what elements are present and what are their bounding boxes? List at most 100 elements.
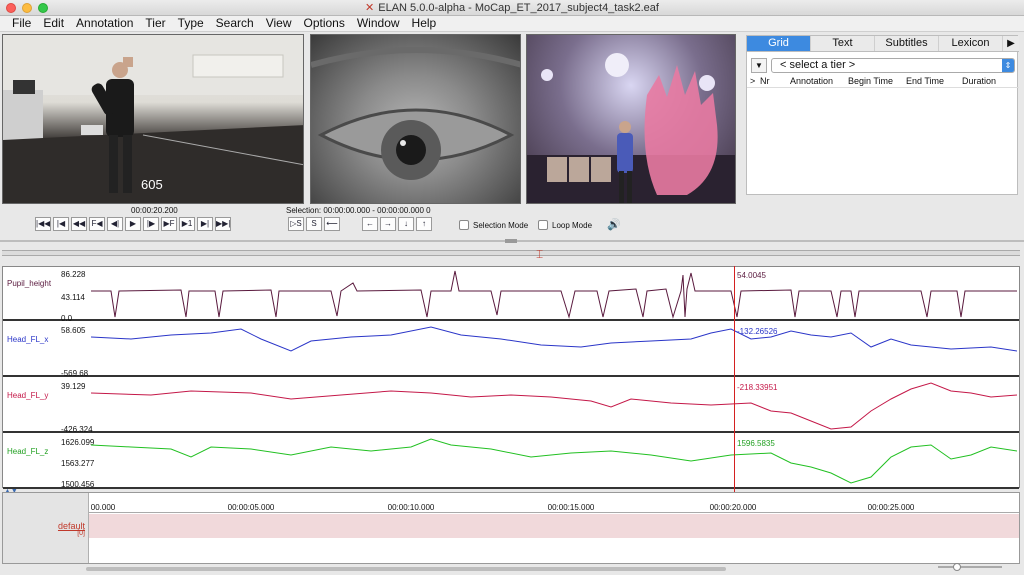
window-title: ✕ ELAN 5.0.0-alpha - MoCap_ET_2017_subjec… <box>0 1 1024 14</box>
tab-lexicon[interactable]: Lexicon <box>939 36 1003 51</box>
loop-mode-checkbox[interactable] <box>538 220 548 230</box>
previous-pixel-button[interactable]: ◀| <box>107 217 123 231</box>
next-frame-button[interactable]: ▶F <box>161 217 177 231</box>
viewer-tabs: Grid Text Subtitles Lexicon ▶ <box>747 36 1019 52</box>
previous-annotation-button[interactable]: ← <box>362 217 378 231</box>
track-name: Head_FL_y <box>7 391 49 400</box>
tier-toggle-button[interactable]: ▼ <box>751 58 767 73</box>
track-cursor-value: -218.33951 <box>737 383 778 392</box>
loop-mode-label: Loop Mode <box>552 220 593 230</box>
previous-tier-button[interactable]: ↑ <box>416 217 432 231</box>
video-overlay-counter: 605 <box>141 177 163 192</box>
tab-subtitles[interactable]: Subtitles <box>875 36 939 51</box>
col-begin-time[interactable]: Begin Time <box>845 76 903 87</box>
timeseries-viewer[interactable]: Pupil_height 86.228 43.114 0.0 54.0045 H… <box>2 266 1020 489</box>
track-name: Head_FL_x <box>7 335 49 344</box>
ruler-label: 00:00:05.000 <box>227 503 275 512</box>
track-head-fl-z[interactable]: Head_FL_z 1626.099 1563.277 1500.456 159… <box>3 435 1019 489</box>
time-ruler[interactable]: 00.000 00:00:05.000 00:00:10.000 00:00:1… <box>89 493 1019 513</box>
track-mid-label: 43.114 <box>61 293 85 302</box>
horizontal-scrollbar[interactable] <box>86 567 726 571</box>
world-video-frame <box>527 53 735 203</box>
menu-annotation[interactable]: Annotation <box>70 16 139 31</box>
menu-bar: File Edit Annotation Tier Type Search Vi… <box>0 16 1024 32</box>
menu-help[interactable]: Help <box>406 16 443 31</box>
menu-view[interactable]: View <box>260 16 298 31</box>
track-min-label: -426.324 <box>61 425 93 434</box>
zoom-slider-knob[interactable] <box>953 563 961 571</box>
menu-edit[interactable]: Edit <box>37 16 70 31</box>
next-scroll-view-button[interactable]: ▶| <box>197 217 213 231</box>
selection-mode-checkbox[interactable] <box>459 220 469 230</box>
play-button[interactable]: ▶ <box>125 217 141 231</box>
menu-window[interactable]: Window <box>351 16 406 31</box>
splitter-handle-icon[interactable] <box>505 239 517 243</box>
menu-tier[interactable]: Tier <box>139 16 171 31</box>
col-end-time[interactable]: End Time <box>903 76 959 87</box>
scene-video-player[interactable]: 605 <box>2 34 304 204</box>
loop-mode-toggle[interactable]: Loop Mode <box>538 220 592 230</box>
track-max-label: 86.228 <box>61 270 86 279</box>
toggle-crosshair-button[interactable]: ⟵ <box>324 217 340 231</box>
head-fl-z-plot <box>91 438 1017 484</box>
title-bar: ✕ ELAN 5.0.0-alpha - MoCap_ET_2017_subjec… <box>0 0 1024 16</box>
previous-frame-button[interactable]: F◀ <box>89 217 105 231</box>
track-head-fl-x[interactable]: Head_FL_x 58.605 -569.68 -132.26526 <box>3 323 1019 378</box>
eye-video-frame <box>311 47 520 180</box>
track-head-fl-y[interactable]: Head_FL_y 39.129 -426.324 -218.33951 <box>3 379 1019 434</box>
next-tier-button[interactable]: ↓ <box>398 217 414 231</box>
volume-icon[interactable]: 🔊 <box>607 218 621 231</box>
next-second-button[interactable]: ▶1 <box>179 217 195 231</box>
tab-text[interactable]: Text <box>811 36 875 51</box>
eye-camera-video-player[interactable] <box>310 34 521 204</box>
pupil-height-plot <box>91 270 1017 319</box>
play-selection-button[interactable]: ▷S <box>288 217 304 231</box>
col-duration[interactable]: Duration <box>959 76 1009 87</box>
grid-column-header: > Nr Annotation Begin Time End Time Dura… <box>747 76 1019 88</box>
track-name: Head_FL_z <box>7 447 49 456</box>
ruler-label: 00.000 <box>90 503 116 512</box>
selection-controls: ▷S S ⟵ <box>288 217 342 233</box>
track-cursor-value: 1596.5835 <box>737 439 775 448</box>
dropdown-caret-icon: ⇕ <box>1002 59 1014 72</box>
menu-options[interactable]: Options <box>298 16 351 31</box>
next-annotation-button[interactable]: → <box>380 217 396 231</box>
zoom-slider-track[interactable] <box>938 566 1002 568</box>
track-mid-label: 1563.277 <box>61 459 95 468</box>
ibeam-cursor-icon: ⌶ <box>536 247 544 261</box>
current-time-label: 00:00:20.200 <box>131 206 178 215</box>
tab-grid[interactable]: Grid <box>747 36 811 51</box>
col-annotation[interactable]: Annotation <box>787 76 845 87</box>
col-expand[interactable]: > <box>747 76 757 87</box>
track-cursor-value: 54.0045 <box>737 271 766 280</box>
previous-second-button[interactable]: ◀◀ <box>71 217 87 231</box>
selection-mode-label: Selection Mode <box>473 220 529 230</box>
tier-row-default[interactable] <box>89 514 1019 538</box>
col-nr[interactable]: Nr <box>757 76 787 87</box>
tier-label-column: default [0] <box>3 493 89 563</box>
menu-file[interactable]: File <box>6 16 37 31</box>
track-min-label: -569.68 <box>61 369 89 378</box>
track-cursor-value: -132.26526 <box>737 327 778 336</box>
go-to-begin-button[interactable]: |◀◀ <box>35 217 51 231</box>
tier-select-value: < select a tier > <box>780 59 856 71</box>
world-camera-video-player[interactable] <box>526 34 736 204</box>
tier-select-dropdown[interactable]: < select a tier > ⇕ <box>771 58 1015 73</box>
menu-type[interactable]: Type <box>172 16 210 31</box>
track-name: Pupil_height <box>7 279 52 288</box>
annotation-nav-controls: ← → ↓ ↑ <box>362 217 434 233</box>
track-min-label: 0.0 <box>61 314 73 323</box>
next-pixel-button[interactable]: |▶ <box>143 217 159 231</box>
tabs-scroll-right-icon[interactable]: ▶ <box>1003 36 1019 51</box>
head-fl-y-plot <box>91 382 1017 430</box>
selection-mode-toggle[interactable]: Selection Mode <box>459 220 528 230</box>
previous-scroll-view-button[interactable]: |◀ <box>53 217 69 231</box>
clear-selection-button[interactable]: S <box>306 217 322 231</box>
timeline-viewer[interactable]: default [0] 00.000 00:00:05.000 00:00:10… <box>2 492 1020 564</box>
grid-panel: Grid Text Subtitles Lexicon ▶ ▼ < select… <box>746 35 1019 195</box>
go-to-end-button[interactable]: ▶▶| <box>215 217 231 231</box>
track-pupil-height[interactable]: Pupil_height 86.228 43.114 0.0 54.0045 <box>3 267 1019 323</box>
track-min-label: 1500.456 <box>61 480 95 489</box>
track-max-label: 58.605 <box>61 326 86 335</box>
menu-search[interactable]: Search <box>210 16 260 31</box>
